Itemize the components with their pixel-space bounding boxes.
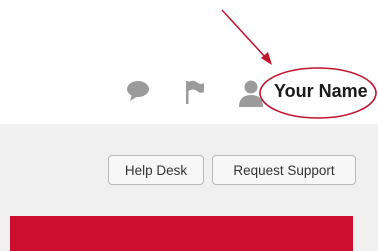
person-icon[interactable] bbox=[238, 79, 264, 107]
chat-bubble-icon[interactable] bbox=[126, 80, 150, 102]
flag-icon[interactable] bbox=[184, 79, 206, 105]
top-bar: Your Name bbox=[0, 0, 378, 124]
request-support-button[interactable]: Request Support bbox=[212, 155, 356, 185]
help-desk-button[interactable]: Help Desk bbox=[108, 155, 204, 185]
user-name-link[interactable]: Your Name bbox=[274, 81, 368, 102]
red-banner bbox=[10, 216, 353, 251]
